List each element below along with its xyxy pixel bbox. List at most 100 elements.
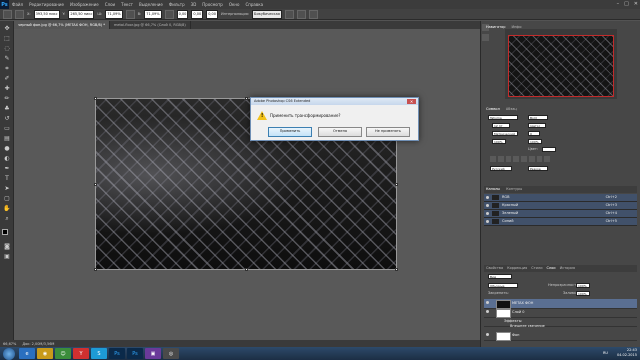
tab-paragraph[interactable]: Абзац bbox=[506, 106, 517, 112]
menu-help[interactable]: Справка bbox=[242, 0, 266, 9]
layer-kind-filter[interactable]: Вид bbox=[488, 274, 512, 279]
angle-field[interactable]: 0,00 bbox=[176, 9, 189, 19]
type-tool-icon[interactable]: T bbox=[3, 175, 11, 183]
tab-history[interactable]: История bbox=[560, 265, 575, 271]
commit-transform-icon[interactable] bbox=[308, 9, 318, 19]
transform-handle-r[interactable] bbox=[395, 183, 398, 186]
link-icon[interactable] bbox=[125, 9, 135, 19]
y-field[interactable]: 265,50 пикс bbox=[68, 9, 95, 19]
hand-tool-icon[interactable]: ✋ bbox=[3, 205, 11, 213]
anti-aliasing-select[interactable]: Резкое bbox=[528, 166, 548, 171]
menu-image[interactable]: Изображение bbox=[67, 0, 102, 9]
crop-tool-icon[interactable]: ⌗ bbox=[3, 65, 11, 73]
apply-button[interactable]: Применить bbox=[268, 127, 312, 137]
superscript-icon[interactable] bbox=[521, 156, 527, 162]
menu-view[interactable]: Просмотр bbox=[199, 0, 226, 9]
stamp-tool-icon[interactable]: ♣ bbox=[3, 105, 11, 113]
faux-bold-icon[interactable] bbox=[490, 156, 496, 162]
transform-handle-br[interactable] bbox=[395, 268, 398, 271]
channel-row[interactable]: Красный Ctrl+3 bbox=[484, 202, 637, 210]
marquee-tool-icon[interactable]: ⬚ bbox=[3, 35, 11, 43]
font-family-select[interactable]: Tahoma bbox=[488, 115, 518, 120]
actions-panel-icon[interactable] bbox=[482, 34, 489, 41]
tab-paths[interactable]: Контуры bbox=[506, 186, 522, 192]
navigator-thumbnail[interactable] bbox=[508, 35, 614, 97]
opacity-field[interactable]: 100% bbox=[576, 283, 590, 288]
maximize-icon[interactable]: □ bbox=[624, 1, 629, 7]
tab-adjustments[interactable]: Коррекция bbox=[507, 265, 527, 271]
transform-handle-bl[interactable] bbox=[94, 268, 97, 271]
font-size-field[interactable]: 12 пт bbox=[492, 123, 510, 128]
menu-layers[interactable]: Слои bbox=[102, 0, 118, 9]
shape-tool-icon[interactable]: ▢ bbox=[3, 195, 11, 203]
transform-handle-b[interactable] bbox=[245, 268, 248, 271]
effect-row[interactable]: Внешнее свечение bbox=[484, 322, 637, 331]
photoshop-taskbar-icon[interactable]: Ps bbox=[109, 348, 125, 359]
transform-handle-tl[interactable] bbox=[94, 97, 97, 100]
photoshop-taskbar-icon-2[interactable]: Ps bbox=[127, 348, 143, 359]
tab-properties[interactable]: Свойства bbox=[486, 265, 503, 271]
reference-point-icon[interactable] bbox=[15, 9, 24, 19]
menu-window[interactable]: Окно bbox=[226, 0, 243, 9]
h-skew-field[interactable]: 0,00 bbox=[191, 9, 204, 19]
zoom-level[interactable]: 66,67% bbox=[3, 342, 16, 346]
faux-italic-icon[interactable] bbox=[497, 156, 504, 162]
warp-icon[interactable] bbox=[284, 9, 294, 19]
quick-select-tool-icon[interactable]: ✎ bbox=[3, 55, 11, 63]
transform-handle-l[interactable] bbox=[94, 183, 97, 186]
font-style-select[interactable]: Bold bbox=[528, 115, 548, 120]
fill-field[interactable]: 100% bbox=[576, 291, 590, 296]
visibility-eye-icon[interactable] bbox=[486, 204, 489, 207]
underline-icon[interactable] bbox=[536, 156, 543, 162]
transform-tool-icon[interactable] bbox=[3, 9, 12, 19]
media-taskbar-icon[interactable]: ◎ bbox=[163, 348, 179, 359]
chrome-icon[interactable]: ◉ bbox=[37, 348, 53, 359]
yandex-icon[interactable]: Y bbox=[73, 348, 89, 359]
menu-edit[interactable]: Редактирование bbox=[26, 0, 67, 9]
cancel-button[interactable]: Отмена bbox=[318, 127, 362, 137]
minimize-icon[interactable]: – bbox=[617, 1, 620, 7]
eraser-tool-icon[interactable]: ▭ bbox=[3, 125, 11, 133]
move-tool-icon[interactable]: ✥ bbox=[3, 25, 11, 33]
visibility-eye-icon[interactable] bbox=[486, 301, 489, 304]
zoom-tool-icon[interactable]: ⌕ bbox=[3, 215, 11, 223]
start-button[interactable] bbox=[3, 347, 15, 360]
menu-file[interactable]: Файл bbox=[9, 0, 26, 9]
healing-tool-icon[interactable]: ✚ bbox=[3, 85, 11, 93]
visibility-eye-icon[interactable] bbox=[486, 310, 489, 313]
height-field[interactable]: 71,09% bbox=[144, 9, 162, 19]
menu-type[interactable]: Текст bbox=[118, 0, 136, 9]
blend-mode-select[interactable]: Обычные bbox=[488, 283, 518, 288]
channel-row[interactable]: Синий Ctrl+5 bbox=[484, 218, 637, 226]
channel-row[interactable]: RGB Ctrl+2 bbox=[484, 194, 637, 202]
icq-icon[interactable]: ☺ bbox=[55, 348, 71, 359]
clock-date[interactable]: 04.02.2015 bbox=[617, 353, 637, 358]
gradient-tool-icon[interactable]: ▤ bbox=[3, 135, 11, 143]
tab-styles[interactable]: Стили bbox=[531, 265, 542, 271]
dialog-close-button[interactable]: ✕ bbox=[407, 99, 416, 104]
path-select-tool-icon[interactable]: ➤ bbox=[3, 185, 11, 193]
tab-channels[interactable]: Каналы bbox=[486, 186, 500, 192]
foreground-color-swatch[interactable] bbox=[2, 229, 8, 235]
interpolation-select[interactable]: Бикубическая bbox=[252, 9, 282, 19]
eyedropper-tool-icon[interactable]: ✐ bbox=[3, 75, 11, 83]
leading-field[interactable]: (Авто) bbox=[528, 123, 546, 128]
kerning-select[interactable]: Метрический bbox=[492, 131, 518, 136]
tab-layers[interactable]: Слои bbox=[546, 265, 555, 271]
tab-navigator[interactable]: Навигатор bbox=[486, 24, 506, 30]
menu-filter[interactable]: Фильтр bbox=[166, 0, 188, 9]
vertical-scale-field[interactable]: 100% bbox=[492, 139, 506, 144]
x-field[interactable]: 393,50 пикс bbox=[33, 9, 60, 19]
horizontal-scale-field[interactable]: 100% bbox=[528, 139, 542, 144]
strikethrough-icon[interactable] bbox=[544, 156, 550, 162]
screen-mode-icon[interactable]: ▣ bbox=[3, 253, 11, 261]
visibility-eye-icon[interactable] bbox=[486, 196, 489, 199]
dodge-tool-icon[interactable]: ◐ bbox=[3, 155, 11, 163]
v-skew-field[interactable]: 0,00 bbox=[206, 9, 218, 19]
layer-row-background[interactable]: Фон bbox=[484, 331, 637, 341]
language-indicator[interactable]: RU bbox=[603, 351, 608, 355]
cancel-transform-icon[interactable] bbox=[296, 9, 306, 19]
visibility-eye-icon[interactable] bbox=[486, 212, 489, 215]
history-brush-tool-icon[interactable]: ↺ bbox=[3, 115, 11, 123]
visibility-eye-icon[interactable] bbox=[486, 333, 489, 336]
